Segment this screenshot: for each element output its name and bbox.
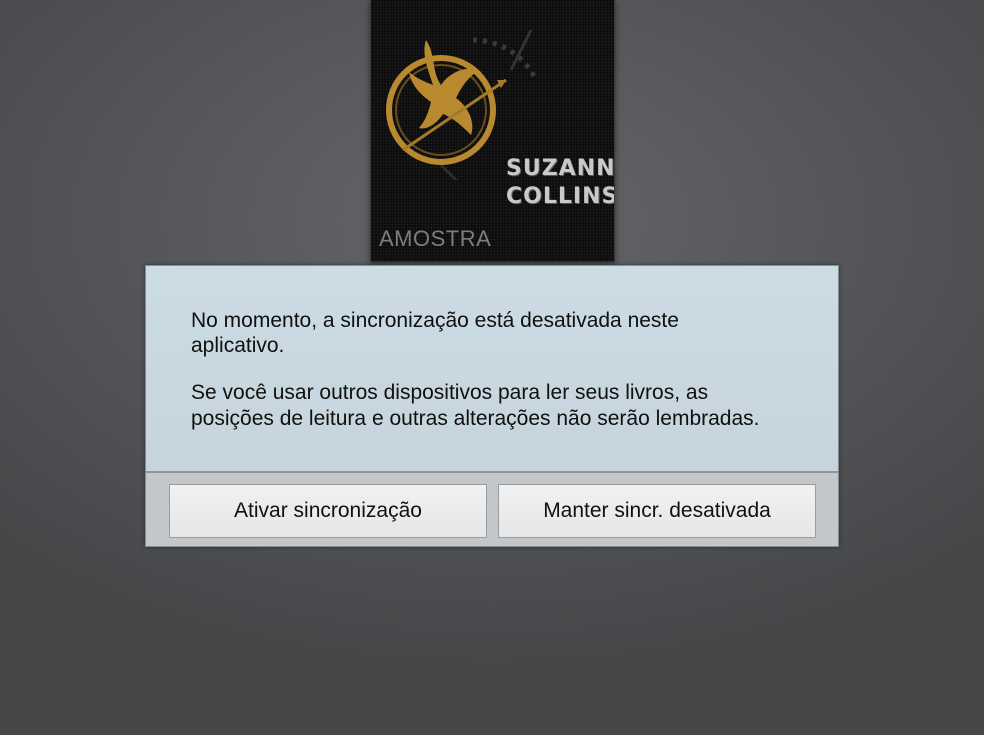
sync-dialog: No momento, a sincronização está desativ… [145, 265, 839, 547]
message-line: Se você usar outros dispositivos para le… [191, 381, 709, 404]
message-line: aplicativo. [191, 334, 285, 357]
sample-badge: AMOSTRA [379, 226, 492, 251]
enable-sync-button[interactable]: Ativar sincronização [169, 484, 487, 538]
book-cover[interactable]: SUZANNE COLLINS AMOSTRA [370, 0, 615, 262]
dialog-footer: Ativar sincronização Manter sincr. desat… [146, 473, 838, 546]
cover-author: SUZANNE COLLINS [506, 156, 615, 209]
message-line: No momento, a sincronização está desativ… [191, 309, 679, 332]
message-line: posições de leitura e outras alterações … [191, 407, 760, 430]
dialog-body: No momento, a sincronização está desativ… [146, 266, 838, 473]
keep-sync-disabled-button[interactable]: Manter sincr. desativada [498, 484, 816, 538]
